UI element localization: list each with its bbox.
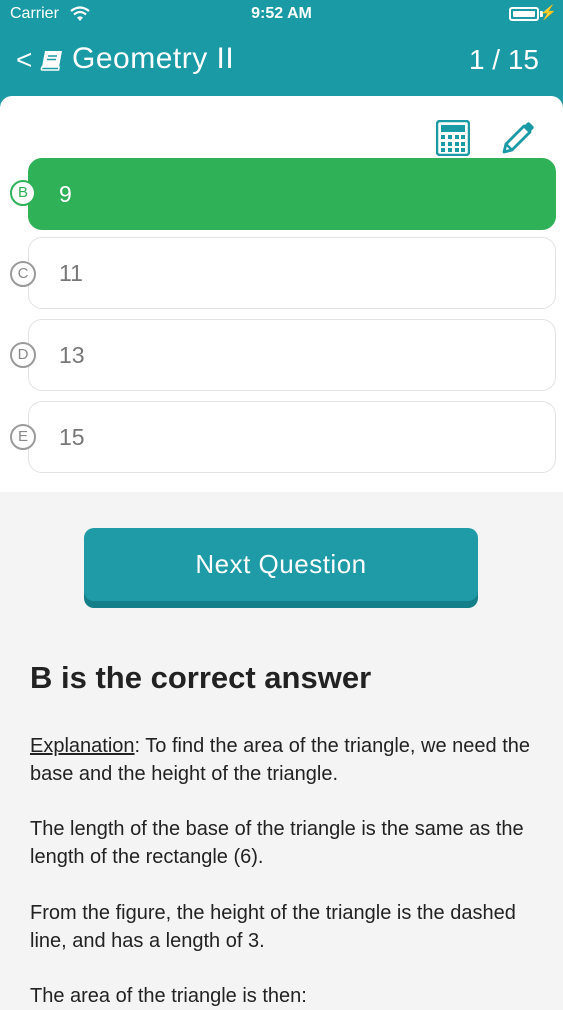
result-title: B is the correct answer xyxy=(30,660,372,695)
option-b[interactable]: 9 xyxy=(28,158,556,230)
option-e-text: 15 xyxy=(59,424,85,450)
option-c[interactable]: 11 xyxy=(28,237,556,309)
back-button[interactable]: < xyxy=(16,44,32,76)
option-d-badge: D xyxy=(10,342,36,368)
option-d-text: 13 xyxy=(59,342,85,368)
calculator-icon[interactable] xyxy=(436,120,470,156)
option-c-badge: C xyxy=(10,261,36,287)
status-time: 9:52 AM xyxy=(251,5,312,22)
charging-icon: ⚡ xyxy=(539,4,557,20)
explanation-paragraph-2: The length of the base of the triangle i… xyxy=(30,818,524,868)
option-e[interactable]: 15 xyxy=(28,401,556,473)
book-icon xyxy=(40,51,62,71)
pencil-icon[interactable] xyxy=(500,120,536,156)
header-bar: Carrier 9:52 AM ⚡ < Geometry II 1 / 15 xyxy=(0,0,563,110)
explanation-paragraph-3: From the figure, the height of the trian… xyxy=(30,902,516,952)
explanation-label: Explanation xyxy=(30,735,135,757)
option-b-text: 9 xyxy=(59,181,72,207)
status-bar: Carrier 9:52 AM ⚡ xyxy=(0,0,563,30)
page-title: Geometry II xyxy=(72,42,235,75)
option-d[interactable]: 13 xyxy=(28,319,556,391)
question-counter: 1 / 15 xyxy=(468,44,539,75)
explanation-paragraph-1: Explanation: To find the area of the tri… xyxy=(30,732,540,788)
next-question-button[interactable]: Next Question xyxy=(84,528,478,601)
option-c-text: 11 xyxy=(59,260,83,286)
battery-icon xyxy=(509,7,539,21)
option-b-badge: B xyxy=(10,180,36,206)
explanation-paragraph-4: The area of the triangle is then: xyxy=(30,985,307,1007)
option-e-badge: E xyxy=(10,424,36,450)
